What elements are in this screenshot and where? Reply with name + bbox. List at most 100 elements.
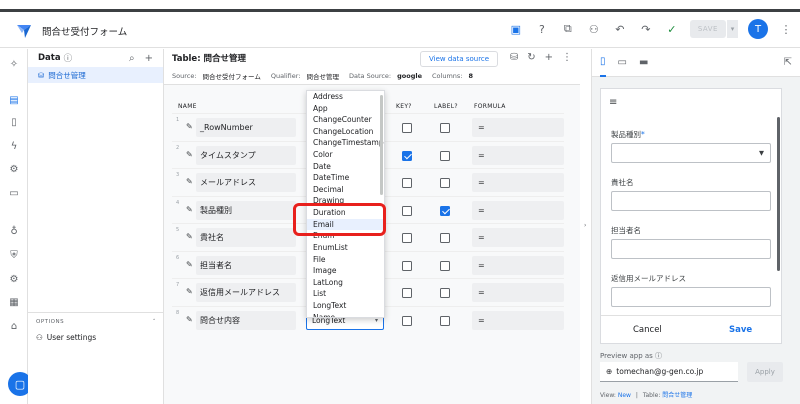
formula-field[interactable]: = (472, 255, 564, 275)
help-icon[interactable]: ? (534, 21, 550, 37)
learn-icon[interactable]: ⌂ (7, 319, 21, 333)
lightbulb-icon[interactable]: ♁ (7, 224, 21, 238)
edit-pencil-icon[interactable]: ✎ (186, 260, 193, 269)
label-checkbox[interactable] (440, 288, 450, 298)
add-column-icon[interactable]: + (545, 52, 553, 63)
avatar[interactable]: T (748, 19, 768, 39)
form-save-button[interactable]: Save (729, 325, 752, 335)
redo-icon[interactable]: ↷ (638, 21, 654, 37)
edit-pencil-icon[interactable]: ✎ (186, 177, 193, 186)
label-checkbox[interactable] (440, 205, 450, 216)
formula-field[interactable]: = (472, 200, 564, 220)
form-field-input[interactable] (611, 239, 771, 259)
intelligence-icon[interactable]: ✧ (7, 57, 21, 71)
type-option[interactable]: Color (307, 149, 384, 161)
desktop-preview-icon[interactable]: ▬ (639, 57, 648, 68)
settings-icon[interactable]: ⚙ (7, 272, 21, 286)
type-option[interactable]: File (307, 254, 384, 266)
type-option[interactable]: ChangeCounter (307, 114, 384, 126)
cancel-button[interactable]: Cancel (633, 325, 662, 335)
formula-field[interactable]: = (472, 173, 564, 192)
panel-divider-handle-icon[interactable]: › (584, 222, 586, 229)
label-checkbox[interactable] (440, 233, 450, 243)
manage-icon[interactable]: ▦ (7, 295, 21, 309)
key-checkbox[interactable] (402, 288, 412, 298)
type-option[interactable]: App (307, 103, 384, 115)
table-list-item[interactable]: ⛁ 問合せ管理 (28, 67, 163, 83)
view-link[interactable]: New (618, 392, 631, 399)
apply-button[interactable]: Apply (747, 362, 783, 382)
more-icon[interactable]: ⋮ (562, 52, 572, 63)
form-field-select[interactable]: ▼ (611, 143, 771, 163)
type-option[interactable]: EnumList (307, 242, 384, 254)
formula-field[interactable]: = (472, 310, 564, 330)
type-option[interactable]: DateTime (307, 172, 384, 184)
edit-pencil-icon[interactable]: ✎ (186, 122, 193, 131)
label-checkbox[interactable] (440, 178, 450, 188)
mobile-preview-icon[interactable]: ▯ (600, 49, 606, 77)
column-name[interactable]: 担当者名 (196, 255, 296, 275)
type-option[interactable]: Name (307, 312, 384, 317)
key-checkbox[interactable] (402, 123, 412, 133)
user-settings-item[interactable]: ⚇ User settings (36, 333, 156, 342)
label-checkbox[interactable] (440, 260, 450, 271)
type-option[interactable]: ChangeTimestamp (307, 137, 384, 149)
actions-icon[interactable]: ϟ (7, 139, 21, 153)
type-option[interactable]: Date (307, 161, 384, 173)
edit-pencil-icon[interactable]: ✎ (186, 287, 193, 296)
views-icon[interactable]: ▯ (7, 115, 21, 129)
key-checkbox[interactable] (402, 260, 412, 271)
label-checkbox[interactable] (440, 123, 450, 133)
dropdown-scrollbar[interactable] (380, 95, 383, 195)
form-field-input[interactable] (611, 191, 771, 211)
column-name[interactable]: 返信用メールアドレス (196, 283, 296, 302)
view-data-source-button[interactable]: View data source (420, 51, 499, 67)
column-name[interactable]: タイムスタンプ (196, 145, 296, 165)
chat-apps-icon[interactable]: ▭ (7, 186, 21, 200)
automation-icon[interactable]: ⚙ (7, 162, 21, 176)
copy-icon[interactable]: ⧉ (560, 21, 576, 37)
menu-icon[interactable]: ≡ (609, 97, 617, 108)
search-icon[interactable]: ⌕ (129, 53, 135, 64)
preview-toggle-icon[interactable]: ▣ (508, 21, 524, 37)
open-external-icon[interactable]: ⇱ (784, 57, 792, 68)
edit-pencil-icon[interactable]: ✎ (186, 232, 193, 241)
data-icon[interactable]: ▤ (7, 93, 21, 107)
column-name[interactable]: メールアドレス (196, 173, 296, 192)
formula-field[interactable]: = (472, 283, 564, 302)
formula-field[interactable]: = (472, 228, 564, 247)
key-checkbox[interactable] (402, 315, 412, 326)
info-icon[interactable]: ⓘ (655, 352, 662, 360)
edit-pencil-icon[interactable]: ✎ (186, 205, 193, 214)
formula-field[interactable]: = (472, 118, 564, 137)
key-checkbox[interactable] (402, 178, 412, 188)
security-icon[interactable]: ⛨ (7, 248, 21, 262)
formula-field[interactable]: = (472, 145, 564, 165)
label-checkbox[interactable] (440, 150, 450, 161)
type-option[interactable]: ChangeLocation (307, 126, 384, 138)
save-button[interactable]: SAVE (689, 20, 726, 38)
info-icon[interactable]: ⓘ (64, 52, 73, 64)
type-option[interactable]: LongText (307, 300, 384, 312)
edit-pencil-icon[interactable]: ✎ (186, 150, 193, 159)
undo-icon[interactable]: ↶ (612, 21, 628, 37)
database-settings-icon[interactable]: ⛁ (510, 52, 518, 63)
tablet-preview-icon[interactable]: ▭ (618, 57, 627, 68)
refresh-icon[interactable]: ↻ (527, 52, 535, 63)
key-checkbox[interactable] (402, 233, 412, 243)
column-name[interactable]: 貴社名 (196, 228, 296, 247)
collapse-icon[interactable]: ˄ (153, 319, 156, 325)
form-field-input[interactable] (611, 287, 771, 307)
type-option[interactable]: Address (307, 91, 384, 103)
phone-scrollbar[interactable] (777, 117, 780, 271)
key-checkbox[interactable] (402, 205, 412, 216)
edit-pencil-icon[interactable]: ✎ (186, 315, 193, 324)
column-name[interactable]: 製品種別 (196, 200, 296, 220)
type-option[interactable]: Image (307, 265, 384, 277)
more-vert-icon[interactable]: ⋮ (778, 21, 794, 37)
column-name[interactable]: _RowNumber (196, 118, 296, 137)
type-option[interactable]: Decimal (307, 184, 384, 196)
check-icon[interactable]: ✓ (664, 21, 680, 37)
add-icon[interactable]: + (145, 53, 153, 64)
table-link[interactable]: 問合せ管理 (662, 392, 692, 399)
